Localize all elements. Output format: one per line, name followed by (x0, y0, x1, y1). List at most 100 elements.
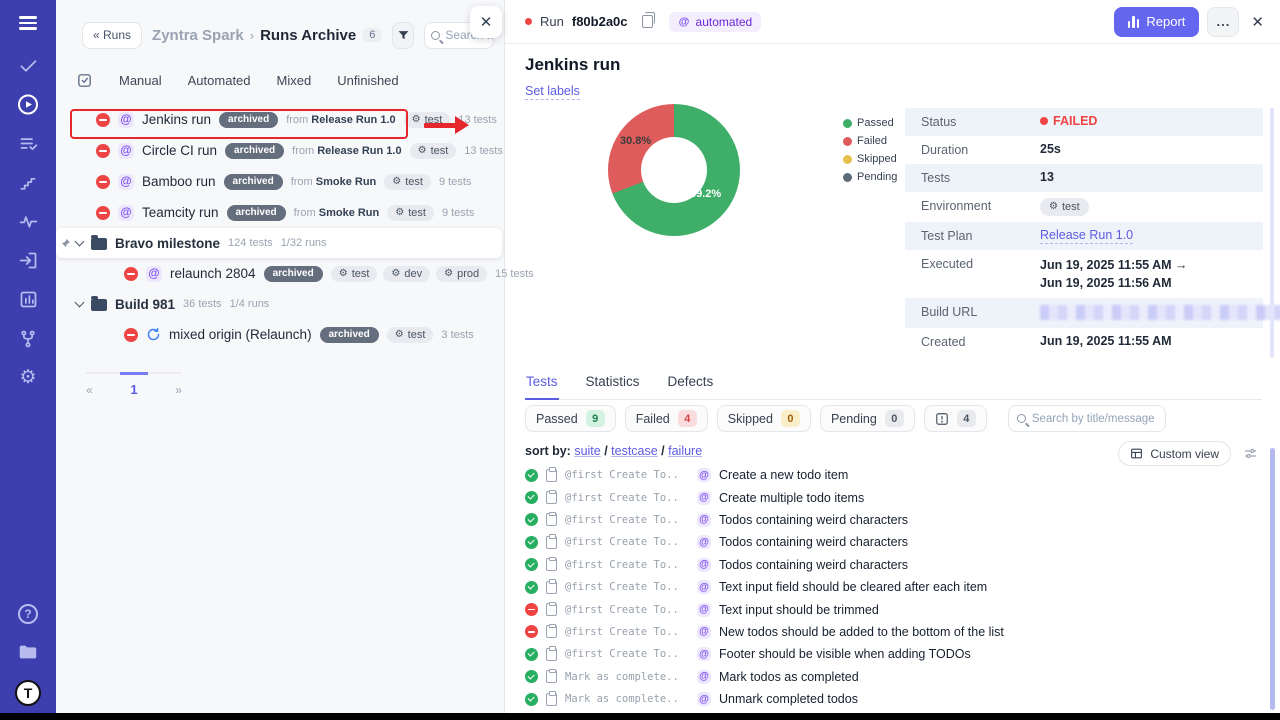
automated-test-icon: @ (697, 513, 711, 527)
runs-tab-manual[interactable]: Manual (119, 73, 162, 88)
close-panel-button[interactable]: ✕ (470, 6, 502, 38)
sort-link-suite[interactable]: suite (574, 444, 600, 458)
breadcrumb-separator: › (250, 28, 254, 43)
test-result-row[interactable]: @first Create To... @ Create multiple to… (525, 486, 1254, 508)
import-icon[interactable] (16, 249, 40, 273)
settings-gear-icon[interactable]: ⚙ (16, 366, 40, 390)
run-list-item[interactable]: mixed origin (Relaunch) archived ⚙test 3… (56, 319, 504, 350)
info-row: Tests13 (905, 164, 1263, 192)
pagination-next[interactable]: » (175, 382, 182, 397)
filter-chip-failed[interactable]: Failed4 (625, 405, 708, 432)
test-result-row[interactable]: @first Create To... @ Todos containing w… (525, 509, 1254, 531)
report-button[interactable]: Report (1114, 7, 1200, 37)
folder-list-item[interactable]: Bravo milestone 124 tests 1/32 runs (56, 228, 502, 258)
projects-folder-icon[interactable] (16, 640, 40, 664)
test-result-row[interactable]: @first Create To... @ Footer should be v… (525, 643, 1254, 665)
run-list-item[interactable]: @ Bamboo run archived from Smoke Run ⚙te… (56, 166, 504, 197)
clipboard-icon (546, 581, 557, 594)
automated-test-icon: @ (697, 647, 711, 661)
sort-link-failure[interactable]: failure (668, 444, 702, 458)
archived-badge: archived (219, 112, 278, 128)
test-suite: @first Create To... (565, 626, 677, 638)
run-name: Jenkins run (142, 112, 211, 127)
tests-list: @first Create To... @ Create a new todo … (525, 464, 1254, 710)
test-result-row[interactable]: @first Create To... @ Todos containing w… (525, 554, 1254, 576)
run-env-badges: ⚙test (410, 143, 457, 159)
select-runs-icon[interactable] (76, 72, 93, 89)
test-result-row[interactable]: Mark as complete... @ Unmark completed t… (525, 688, 1254, 710)
tests-scrollbar[interactable] (1270, 448, 1275, 710)
tests-check-icon[interactable] (16, 54, 40, 78)
reports-chart-icon[interactable] (16, 288, 40, 312)
test-title: Text input should be trimmed (719, 603, 879, 617)
redacted-build-url[interactable] (1040, 305, 1280, 320)
more-options-button[interactable]: ... (1207, 7, 1239, 37)
breadcrumb-project[interactable]: Zyntra Spark (152, 27, 244, 44)
archived-badge: archived (227, 205, 286, 221)
runs-tab-unfinished[interactable]: Unfinished (337, 73, 398, 88)
milestones-stairs-icon[interactable] (16, 171, 40, 195)
run-list-item[interactable]: @ relaunch 2804 archived ⚙test⚙dev⚙prod … (56, 258, 504, 289)
clipboard-icon (546, 558, 557, 571)
help-icon[interactable]: ? (18, 604, 38, 624)
clipboard-icon (546, 648, 557, 661)
run-list-item[interactable]: @ Jenkins run archived from Release Run … (56, 104, 504, 135)
run-list-item[interactable]: @ Teamcity run archived from Smoke Run ⚙… (56, 197, 504, 228)
run-list-item[interactable]: @ Circle CI run archived from Release Ru… (56, 135, 504, 166)
set-labels-link[interactable]: Set labels (525, 84, 580, 100)
filter-button[interactable] (392, 22, 414, 49)
folder-icon (91, 238, 107, 250)
test-title: Create multiple todo items (719, 491, 864, 505)
back-to-runs-button[interactable]: « Runs (82, 22, 142, 49)
menu-icon[interactable] (19, 16, 37, 30)
test-result-row[interactable]: @first Create To... @ New todos should b… (525, 621, 1254, 643)
folder-list-item[interactable]: Build 981 36 tests 1/4 runs (56, 289, 504, 319)
result-tab-defects[interactable]: Defects (667, 370, 715, 399)
legend-item: Passed (843, 117, 897, 129)
search-icon (431, 31, 440, 40)
sliders-icon[interactable] (1243, 446, 1258, 461)
pagination-prev[interactable]: « (86, 382, 93, 397)
filter-chip-pending[interactable]: Pending0 (820, 405, 915, 432)
automated-test-icon: @ (697, 491, 711, 505)
pagination-current-page[interactable]: 1 (130, 382, 137, 397)
analytics-pulse-icon[interactable] (16, 210, 40, 234)
info-scrollbar[interactable] (1270, 108, 1274, 358)
test-plan-link[interactable]: Release Run 1.0 (1040, 228, 1133, 244)
env-badge: ⚙test (404, 112, 451, 128)
test-suite: Mark as complete... (565, 693, 677, 705)
close-detail-button[interactable]: ✕ (1251, 13, 1264, 31)
test-suite: @first Create To... (565, 469, 677, 481)
info-value: FAILED (1040, 114, 1097, 128)
env-badge: ⚙test (331, 266, 378, 282)
user-avatar[interactable]: T (15, 680, 41, 706)
copy-icon[interactable] (642, 15, 653, 28)
test-result-row[interactable]: Mark as complete... @ Mark todos as comp… (525, 666, 1254, 688)
runs-tab-automated[interactable]: Automated (188, 73, 251, 88)
chevron-down-icon[interactable] (75, 236, 85, 246)
custom-view-button[interactable]: Custom view (1118, 441, 1231, 466)
integrations-branch-icon[interactable] (16, 327, 40, 351)
result-tab-statistics[interactable]: Statistics (585, 370, 641, 399)
test-result-row[interactable]: @first Create To... @ Create a new todo … (525, 464, 1254, 486)
runs-play-icon[interactable] (16, 93, 40, 117)
defects-comment-chip[interactable]: 4 (924, 405, 987, 432)
archived-badge: archived (320, 327, 379, 343)
run-name: relaunch 2804 (170, 266, 256, 281)
test-result-row[interactable]: @first Create To... @ Text input should … (525, 598, 1254, 620)
runs-tab-mixed[interactable]: Mixed (277, 73, 312, 88)
test-plans-icon[interactable] (16, 132, 40, 156)
chevron-down-icon[interactable] (75, 297, 85, 307)
automated-test-icon: @ (697, 625, 711, 639)
filter-chip-skipped[interactable]: Skipped0 (717, 405, 811, 432)
folder-runs-count: 1/4 runs (230, 298, 270, 310)
test-title: Create a new todo item (719, 468, 848, 482)
gear-icon: ⚙ (412, 115, 421, 125)
result-tab-tests[interactable]: Tests (525, 370, 559, 400)
sort-link-testcase[interactable]: testcase (611, 444, 658, 458)
tests-search-input[interactable] (1032, 413, 1157, 425)
folder-runs-count: 1/32 runs (281, 237, 327, 249)
test-result-row[interactable]: @first Create To... @ Todos containing w… (525, 531, 1254, 553)
filter-chip-passed[interactable]: Passed9 (525, 405, 616, 432)
test-result-row[interactable]: @first Create To... @ Text input field s… (525, 576, 1254, 598)
